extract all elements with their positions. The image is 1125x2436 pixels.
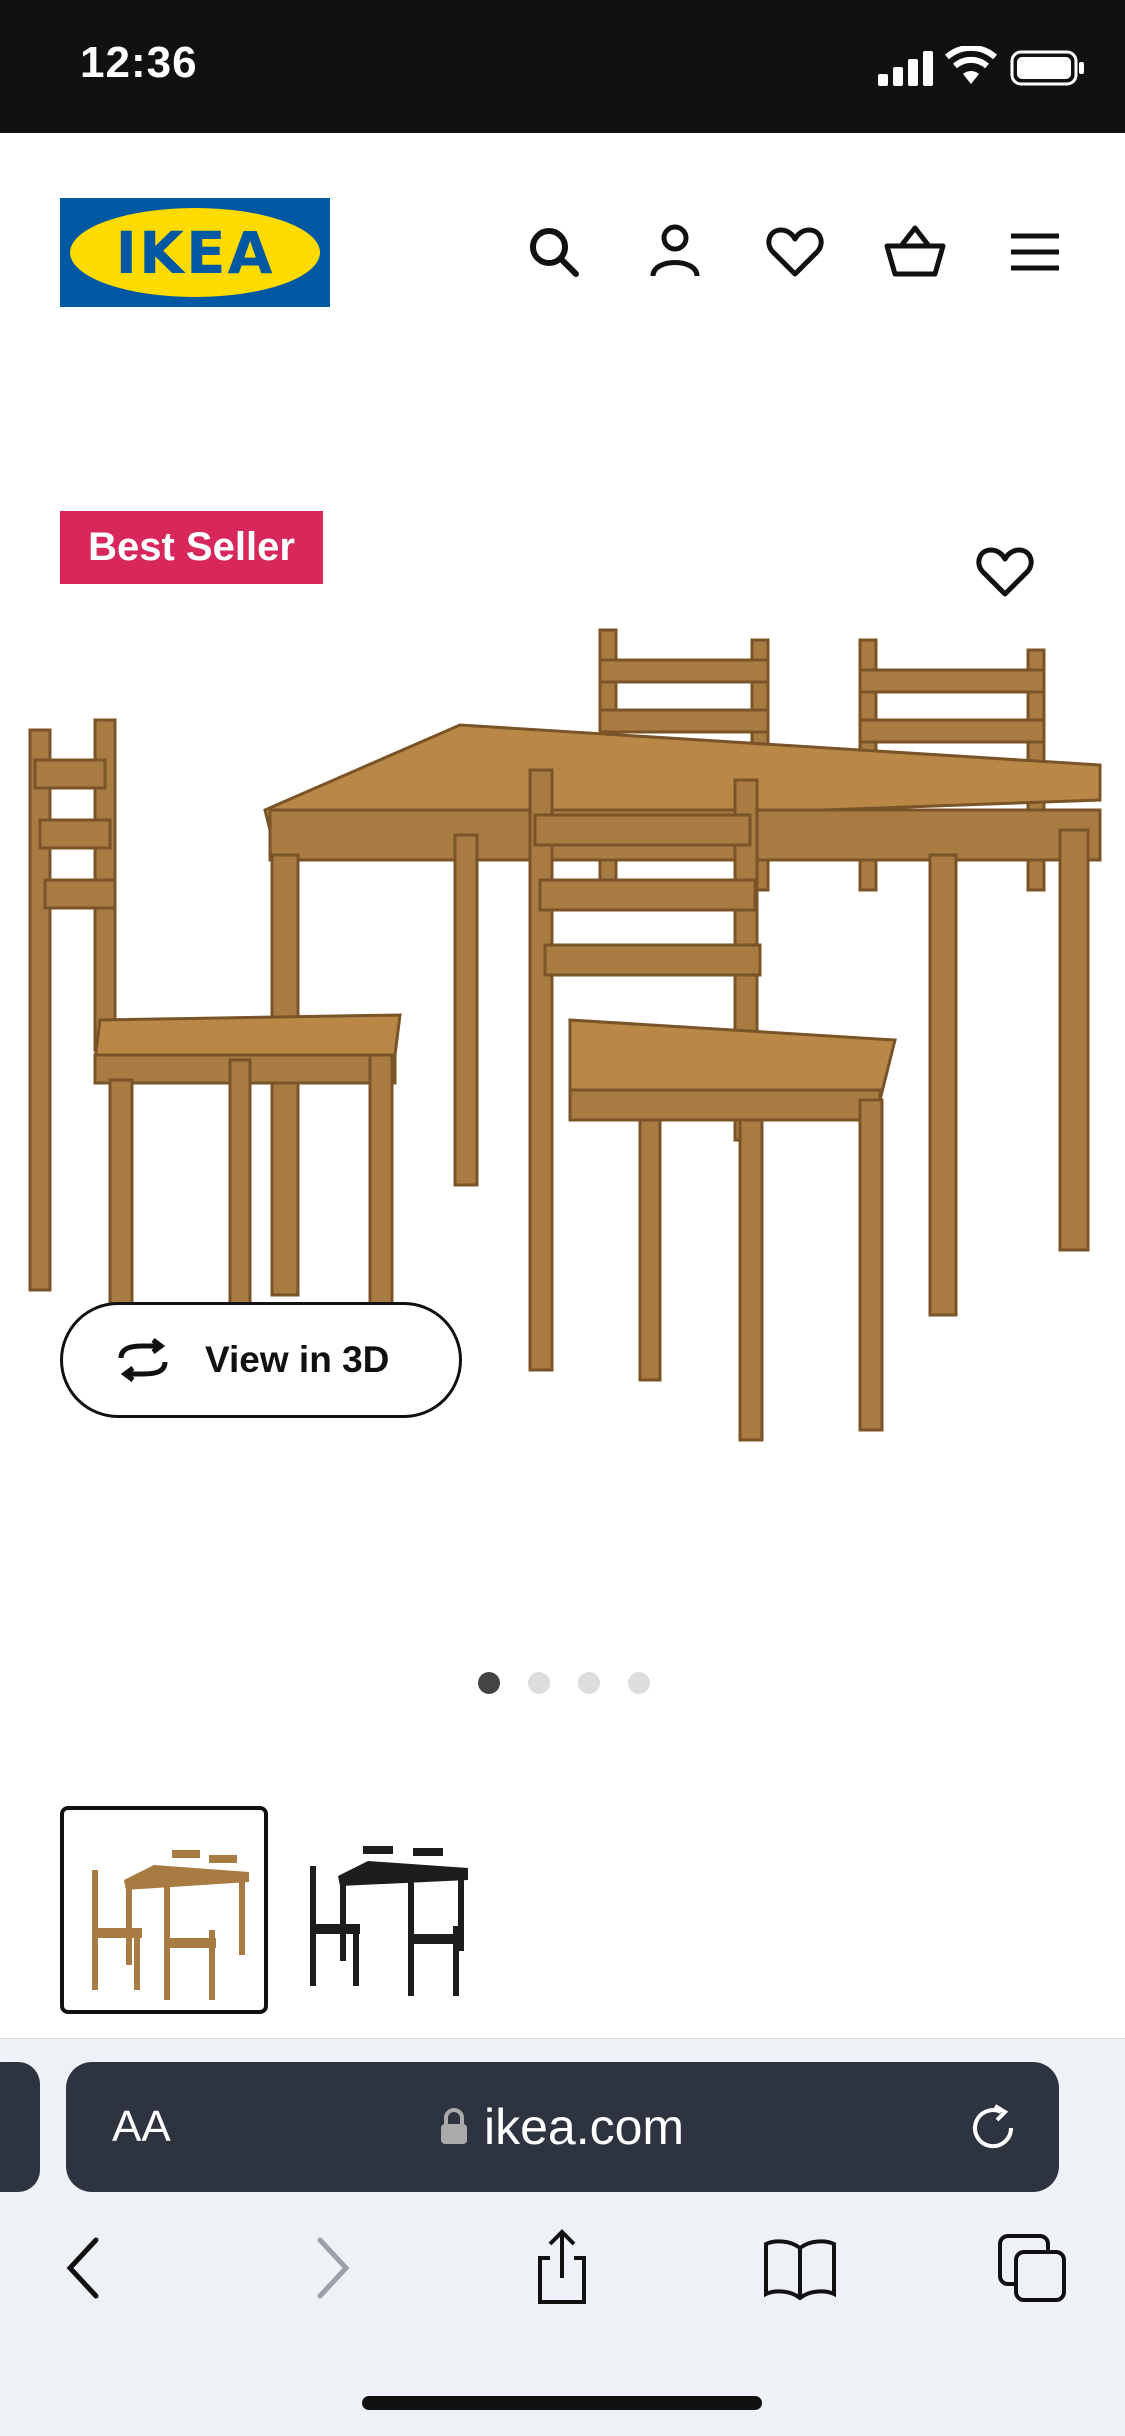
- ikea-logo[interactable]: IKEA: [60, 198, 330, 307]
- url-text: ikea.com: [484, 2099, 685, 2155]
- bookmarks-icon[interactable]: [760, 2228, 840, 2308]
- account-icon[interactable]: [643, 220, 707, 284]
- status-time: 12:36: [80, 38, 198, 87]
- carousel-dot[interactable]: [578, 1672, 600, 1694]
- best-seller-badge: Best Seller: [60, 511, 323, 584]
- view-in-3d-button[interactable]: View in 3D: [60, 1302, 462, 1418]
- home-indicator: [362, 2396, 762, 2410]
- heart-icon[interactable]: [763, 220, 827, 284]
- previous-tab-peek[interactable]: [0, 2062, 40, 2192]
- tabs-icon[interactable]: [992, 2228, 1072, 2308]
- wifi-icon: [945, 46, 997, 84]
- forward-icon[interactable]: [290, 2228, 370, 2308]
- carousel-dot[interactable]: [478, 1672, 500, 1694]
- favorite-heart-icon[interactable]: [970, 540, 1040, 604]
- carousel-dot[interactable]: [628, 1672, 650, 1694]
- lock-icon: [441, 2108, 467, 2144]
- reload-icon[interactable]: [965, 2100, 1021, 2156]
- battery-icon: [1010, 50, 1084, 86]
- back-icon[interactable]: [46, 2228, 126, 2308]
- share-icon[interactable]: [522, 2228, 602, 2308]
- reader-options-button[interactable]: AA: [112, 2102, 171, 2152]
- carousel-dot[interactable]: [528, 1672, 550, 1694]
- search-icon[interactable]: [522, 220, 586, 284]
- view-in-3d-label: View in 3D: [205, 1339, 390, 1380]
- menu-icon[interactable]: [1003, 220, 1067, 284]
- thumbnail-image: [310, 1846, 468, 1996]
- rotate-3d-icon: [118, 1338, 168, 1382]
- thumbnail-image: [92, 1850, 249, 2000]
- carousel-indicator: [478, 1672, 650, 1694]
- variant-thumbnail-antique-stain[interactable]: [60, 1806, 268, 2014]
- basket-icon[interactable]: [883, 220, 947, 284]
- variant-thumbnail-black-brown[interactable]: [298, 1806, 506, 2014]
- url-display[interactable]: ikea.com: [440, 2098, 684, 2156]
- signal-icon: [878, 51, 933, 86]
